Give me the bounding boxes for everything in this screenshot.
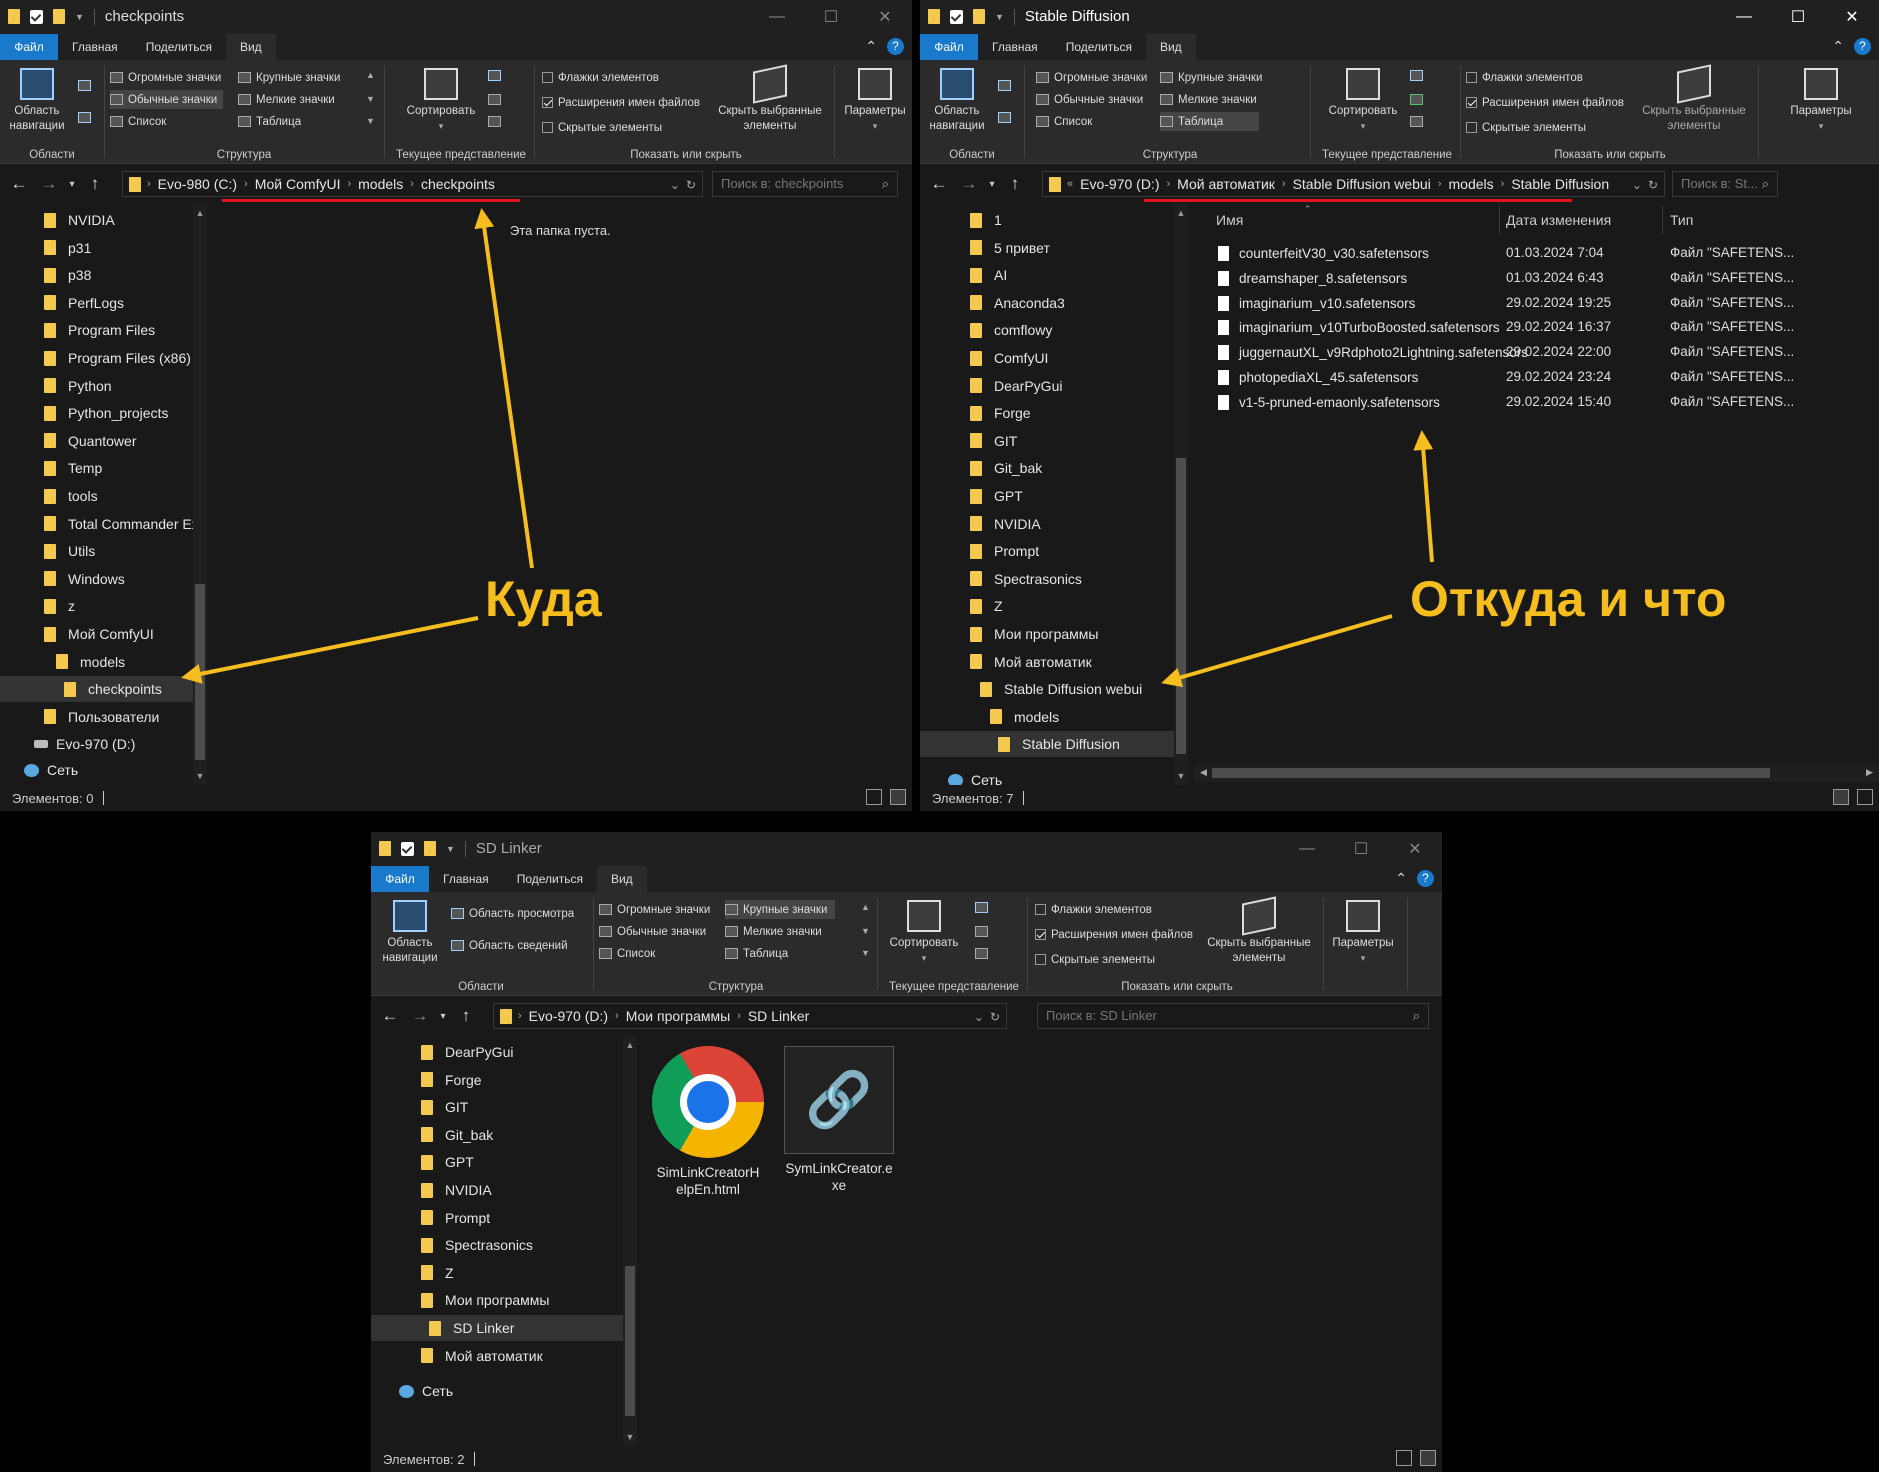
arrow-to-breadcrumb <box>474 208 534 569</box>
annotation-where-to: Куда <box>485 571 602 627</box>
annotation-arrows <box>181 208 1434 688</box>
arrow-to-nav-checkpoints <box>181 616 479 684</box>
arrow-to-file-list <box>1413 430 1434 563</box>
arrow-to-nav-webui <box>1161 614 1393 688</box>
annotation-from-and-what: Откуда и что <box>1410 571 1727 627</box>
